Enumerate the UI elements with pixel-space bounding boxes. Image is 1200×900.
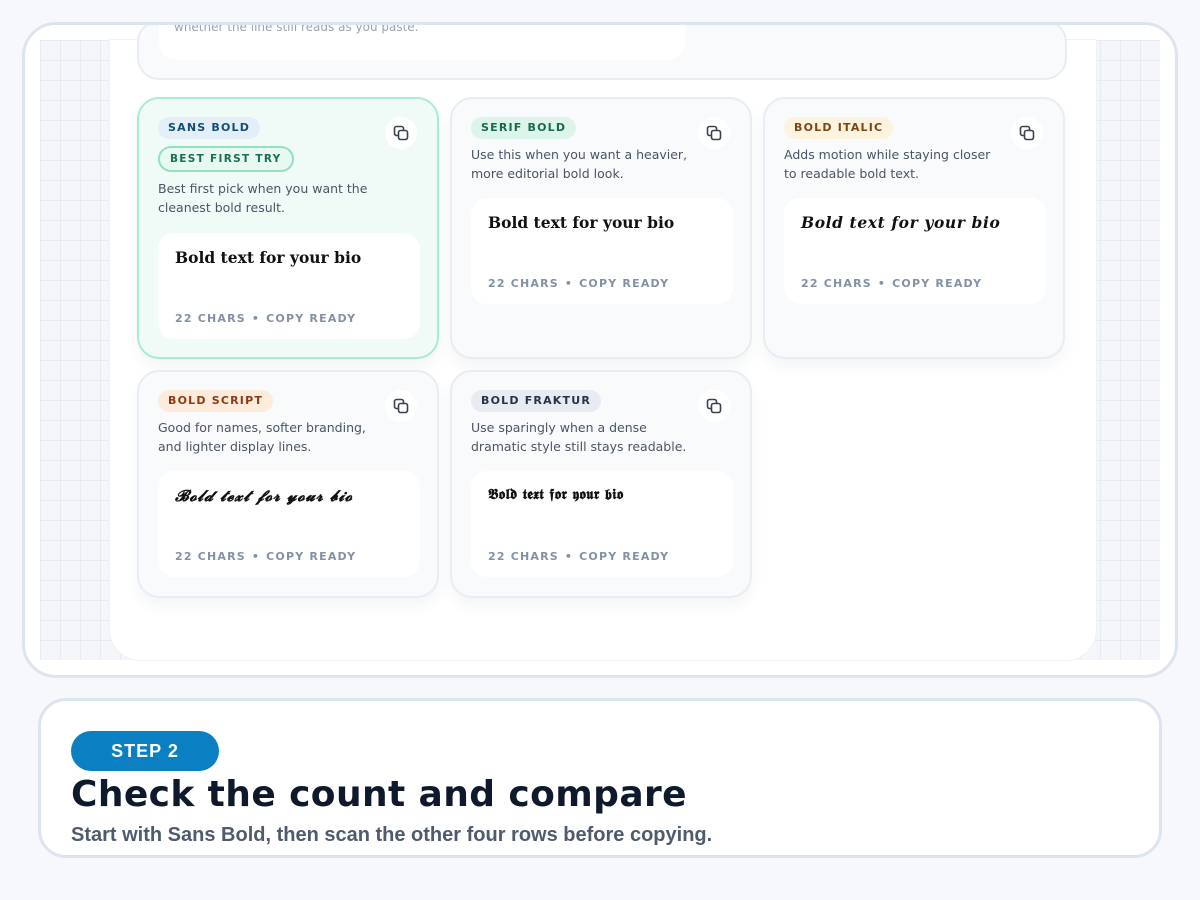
preview-box[interactable]: 𝕭𝖔𝖑𝖉 𝖙𝖊𝖝𝖙 𝖋𝖔𝖗 𝖞𝖔𝖚𝖗 𝖇𝖎𝖔 22 CHARS • COPY REA… <box>471 471 733 577</box>
step-label: STEP 2 <box>71 731 219 771</box>
preview-meta: 22 CHARS • COPY READY <box>175 550 357 563</box>
char-count: 22 CHARS <box>488 550 559 563</box>
copy-button[interactable] <box>698 390 730 422</box>
copy-icon <box>393 125 409 141</box>
copy-status: COPY READY <box>579 277 670 290</box>
preview-text: 𝓑𝓸𝓵𝓭 𝓽𝓮𝔁𝓽 𝓯𝓸𝓻 𝔂𝓸𝓾𝓻 𝓫𝓲𝓸 <box>175 486 353 505</box>
step-title: Check the count and compare <box>71 774 687 815</box>
preview-box[interactable]: 𝓑𝓸𝓵𝓭 𝓽𝓮𝔁𝓽 𝓯𝓸𝓻 𝔂𝓸𝓾𝓻 𝓫𝓲𝓸 22 CHARS • COPY REA… <box>158 471 420 577</box>
preview-meta: 22 CHARS • COPY READY <box>488 277 670 290</box>
preview-text: 𝕭𝖔𝖑𝖉 𝖙𝖊𝖝𝖙 𝖋𝖔𝖗 𝖞𝖔𝖚𝖗 𝖇𝖎𝖔 <box>488 486 624 503</box>
style-badge: BOLD FRAKTUR <box>471 390 602 412</box>
style-badge: SERIF BOLD <box>471 117 577 139</box>
preview-meta: 22 CHARS • COPY READY <box>488 550 670 563</box>
previous-card-preview: whether the line still reads as you past… <box>159 22 685 60</box>
style-description: Adds motion while staying closer to read… <box>784 147 991 181</box>
preview-box[interactable]: Bold text for your bio 22 CHARS • COPY REA… <box>158 233 420 339</box>
copy-button[interactable] <box>1011 117 1043 149</box>
copy-status: COPY READY <box>892 277 983 290</box>
preview-meta: 22 CHARS • COPY READY <box>175 312 357 325</box>
style-card-serif-bold[interactable]: SERIF BOLD Use this when you want a heav… <box>450 97 752 359</box>
preview-text: Bold text for your bio <box>175 248 362 267</box>
preview-meta: 22 CHARS • COPY READY <box>801 277 983 290</box>
preview-text: Bold text for your bio <box>801 213 1001 232</box>
style-badge: BOLD SCRIPT <box>158 390 274 412</box>
copy-button[interactable] <box>698 117 730 149</box>
copy-status: COPY READY <box>266 312 357 325</box>
style-badge: SANS BOLD <box>158 117 261 139</box>
style-description: Best first pick when you want the cleane… <box>158 181 368 215</box>
copy-button[interactable] <box>385 117 417 149</box>
char-count: 22 CHARS <box>175 312 246 325</box>
style-card-sans-bold[interactable]: SANS BOLD BEST FIRST TRY Best first pick… <box>137 97 439 359</box>
step-subtitle: Start with Sans Bold, then scan the othe… <box>71 824 713 846</box>
style-card-bold-script[interactable]: BOLD SCRIPT Good for names, softer brand… <box>137 370 439 598</box>
copy-icon <box>706 125 722 141</box>
copy-icon <box>1019 125 1035 141</box>
previous-card: whether the line still reads as you past… <box>137 22 1067 80</box>
copy-status: COPY READY <box>266 550 357 563</box>
char-count: 22 CHARS <box>801 277 872 290</box>
best-first-try-badge: BEST FIRST TRY <box>158 146 294 172</box>
style-card-bold-fraktur[interactable]: BOLD FRAKTUR Use sparingly when a dense … <box>450 370 752 598</box>
copy-icon <box>393 398 409 414</box>
char-count: 22 CHARS <box>488 277 559 290</box>
style-badge: BOLD ITALIC <box>784 117 894 139</box>
preview-box[interactable]: Bold text for your bio 22 CHARS • COPY REA… <box>471 198 733 304</box>
style-description: Use this when you want a heavier, more e… <box>471 147 688 181</box>
style-description: Use sparingly when a dense dramatic styl… <box>471 420 687 454</box>
results-sheet: whether the line still reads as you past… <box>110 25 1096 660</box>
previous-card-text: whether the line still reads as you past… <box>174 22 419 34</box>
screenshot-frame: whether the line still reads as you past… <box>22 22 1178 678</box>
step-panel: STEP 2 Check the count and compare Start… <box>38 698 1162 858</box>
style-card-bold-italic[interactable]: BOLD ITALIC Adds motion while staying cl… <box>763 97 1065 359</box>
preview-box[interactable]: Bold text for your bio 22 CHARS • COPY REA… <box>784 198 1046 304</box>
copy-button[interactable] <box>385 390 417 422</box>
copy-icon <box>706 398 722 414</box>
preview-text: Bold text for your bio <box>488 213 675 232</box>
copy-status: COPY READY <box>579 550 670 563</box>
char-count: 22 CHARS <box>175 550 246 563</box>
style-description: Good for names, softer branding, and lig… <box>158 420 366 454</box>
